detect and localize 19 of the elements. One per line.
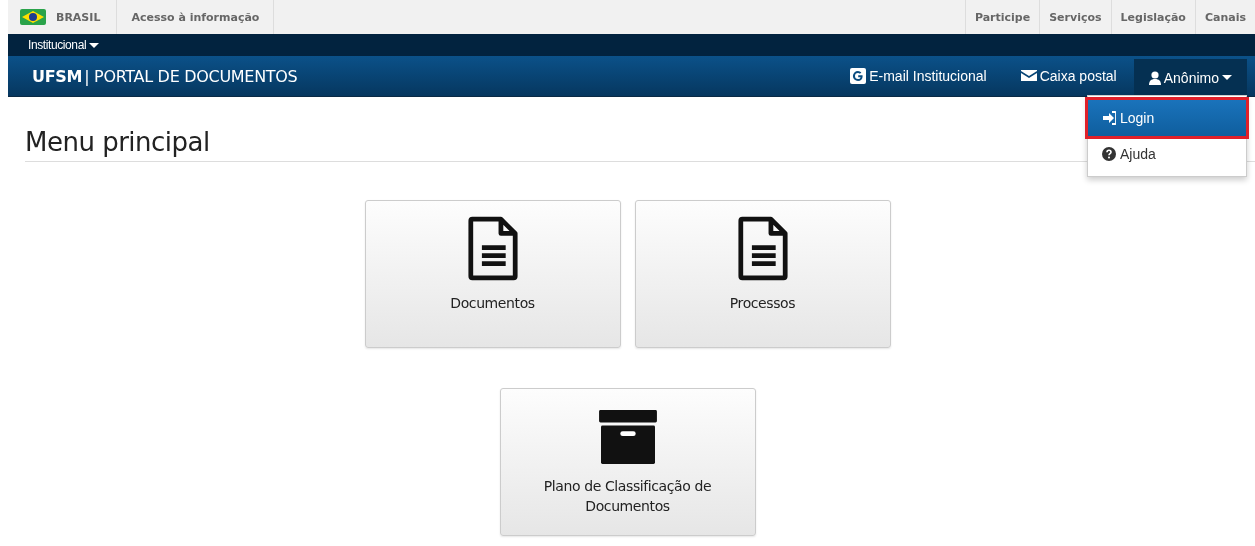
- menu-tile[interactable]: Processos: [634, 200, 891, 348]
- header-link[interactable]: E-mail Institucional: [833, 56, 1004, 96]
- site-title[interactable]: UFSM| PORTAL DE DOCUMENTOS: [8, 56, 298, 96]
- menu-item[interactable]: Ajuda: [1088, 136, 1246, 172]
- envelope-icon: [1020, 68, 1037, 84]
- caret-icon: [89, 42, 100, 48]
- menu-tile[interactable]: Documentos: [364, 200, 621, 348]
- archive-box-icon: [598, 410, 657, 464]
- login-icon: [1102, 111, 1116, 125]
- menu-item[interactable]: Login: [1088, 100, 1246, 136]
- caret-icon: [1222, 75, 1232, 80]
- flag-icon: [20, 9, 46, 25]
- header-link[interactable]: Caixa postal: [1003, 56, 1134, 96]
- help-icon: [1102, 147, 1116, 161]
- google-icon: [850, 68, 867, 84]
- user-menu[interactable]: Anônimo: [1133, 59, 1247, 96]
- menu-tile[interactable]: Plano de Classificação de Documentos: [499, 388, 756, 536]
- user-icon: [1148, 70, 1161, 85]
- institutional-menu[interactable]: Institucional: [28, 38, 100, 52]
